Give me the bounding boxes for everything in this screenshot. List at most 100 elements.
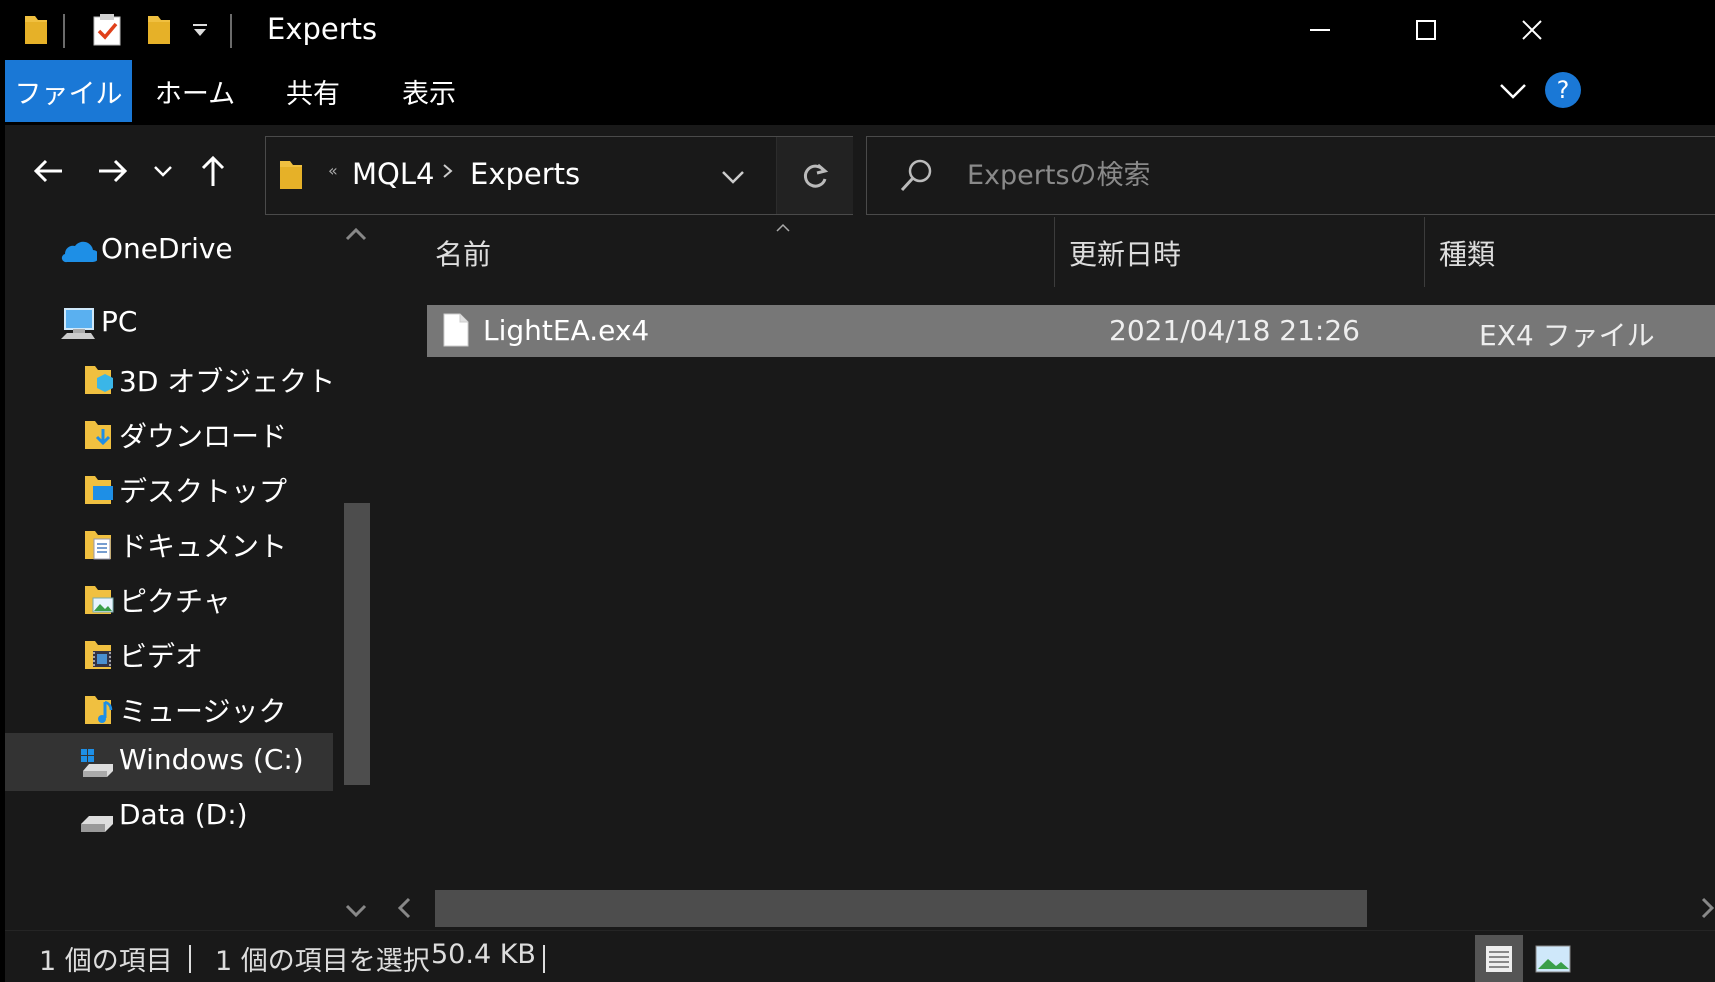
search-input[interactable] [967,155,1667,195]
sidebar-item-videos[interactable]: ビデオ [5,625,333,683]
sidebar-item-desktop[interactable]: デスクトップ [5,460,333,518]
music-folder-icon [85,696,113,724]
column-header-type[interactable]: 種類 [1439,215,1689,290]
downloads-folder-icon [85,421,111,449]
horizontal-scrollbar[interactable] [385,887,1715,930]
search-box[interactable] [866,136,1715,215]
sidebar-item-windows-c[interactable]: Windows (C:) [5,733,333,791]
breadcrumb-experts[interactable]: Experts [470,157,580,191]
large-icons-view-icon [1535,945,1571,973]
breadcrumb-separator-icon[interactable] [442,161,454,185]
status-item-count: 1 個の項目 [39,946,173,977]
arrow-right-icon [99,159,128,183]
status-separator [189,945,191,973]
sidebar-item-label: Windows (C:) [119,743,304,776]
column-header-name[interactable]: 名前 [435,215,1035,290]
sidebar-item-label: Data (D:) [119,798,248,831]
sidebar-item-label: ピクチャ [119,585,231,618]
window-title: Experts [267,12,378,46]
tab-file[interactable]: ファイル [5,60,132,122]
file-date-modified: 2021/04/18 21:26 [1109,314,1360,347]
column-divider[interactable] [1424,217,1425,287]
address-history-dropdown[interactable] [713,157,753,197]
status-separator [543,945,545,973]
pc-icon [61,308,95,339]
sidebar-item-label: ビデオ [119,640,204,673]
onedrive-icon [61,241,97,263]
documents-folder-icon [85,531,111,560]
sidebar-item-music[interactable]: ミュージック [5,680,333,738]
file-row[interactable]: LightEA.ex4 2021/04/18 21:26 EX4 ファイル [427,305,1715,357]
details-view-button[interactable] [1475,935,1523,982]
navigation-pane: OneDrive PC 3D オブジェクト ダウンロード デスクトップ ドキュメ… [5,215,385,930]
search-icon [899,157,935,197]
refresh-button[interactable] [776,137,853,214]
scroll-right-icon[interactable] [1701,897,1715,919]
maximize-button[interactable] [1368,0,1484,60]
sidebar-item-label: OneDrive [101,232,233,265]
chevron-down-icon [1500,84,1526,99]
toolbar-separator [230,14,232,48]
scroll-thumb[interactable] [344,503,370,785]
column-header-date-modified[interactable]: 更新日時 [1069,215,1419,290]
forward-button[interactable] [85,143,141,199]
tab-share[interactable]: 共有 [265,60,361,122]
folder-icon [278,159,304,195]
refresh-icon [803,163,829,188]
toolbar-separator [63,14,65,48]
recent-locations-button[interactable] [143,143,183,199]
minimize-button[interactable] [1263,0,1379,60]
folder-icon [19,12,53,48]
back-button[interactable] [20,143,76,199]
sidebar-item-label: PC [101,305,138,338]
pictures-folder-icon [85,586,114,614]
properties-icon[interactable] [87,12,127,48]
sidebar-item-downloads[interactable]: ダウンロード [5,405,333,463]
sidebar-scrollbar[interactable] [333,215,383,930]
sidebar-item-label: デスクトップ [119,475,288,508]
3d-objects-folder-icon [85,366,113,394]
arrow-up-icon [201,155,225,186]
sidebar-item-pc[interactable]: PC [5,295,333,353]
help-button[interactable]: ? [1545,72,1581,108]
status-selection: 1 個の項目を選択 [215,946,430,977]
ribbon-tabs: ファイル ホーム 共有 表示 ? [5,60,1715,125]
navigation-bar: « MQL4 Experts [5,125,1715,215]
customize-toolbar-dropdown-icon[interactable] [185,12,215,48]
scroll-up-icon[interactable] [345,227,367,241]
sidebar-item-onedrive[interactable]: OneDrive [5,222,333,280]
sidebar-item-data-d[interactable]: Data (D:) [5,788,333,846]
maximize-icon [1416,20,1436,40]
sidebar-item-pictures[interactable]: ピクチャ [5,570,333,628]
up-button[interactable] [185,143,241,199]
sidebar-item-label: 3D オブジェクト [119,365,336,398]
address-bar[interactable]: « MQL4 Experts [265,136,853,215]
arrow-left-icon [33,159,62,183]
scroll-left-icon[interactable] [397,897,411,919]
windows-drive-icon [81,749,113,777]
scroll-thumb[interactable] [435,890,1367,927]
sidebar-item-label: ミュージック [119,695,287,728]
sidebar-item-label: ダウンロード [119,420,288,453]
sidebar-item-3d-objects[interactable]: 3D オブジェクト [5,350,336,408]
explorer-window: Experts ファイル ホーム 共有 表示 ? « MQL4 Experts … [5,0,1715,982]
tab-view[interactable]: 表示 [381,60,477,122]
videos-folder-icon [85,641,111,669]
breadcrumb-overflow[interactable]: « [328,161,338,180]
column-divider[interactable] [1054,217,1055,287]
minimize-icon [1310,29,1330,31]
chevron-down-icon [722,171,744,184]
close-button[interactable] [1474,0,1590,60]
scroll-down-icon[interactable] [345,904,367,918]
file-icon [443,313,469,347]
expand-ribbon-button[interactable] [1495,76,1531,106]
details-view-icon [1486,946,1512,972]
breadcrumb-mql4[interactable]: MQL4 [352,157,434,191]
desktop-folder-icon [85,476,113,504]
close-icon [1522,20,1542,40]
tab-home[interactable]: ホーム [145,60,245,122]
large-icons-view-button[interactable] [1529,935,1577,982]
new-folder-icon[interactable] [139,12,179,48]
drive-icon [81,816,113,832]
sidebar-item-documents[interactable]: ドキュメント [5,515,333,573]
